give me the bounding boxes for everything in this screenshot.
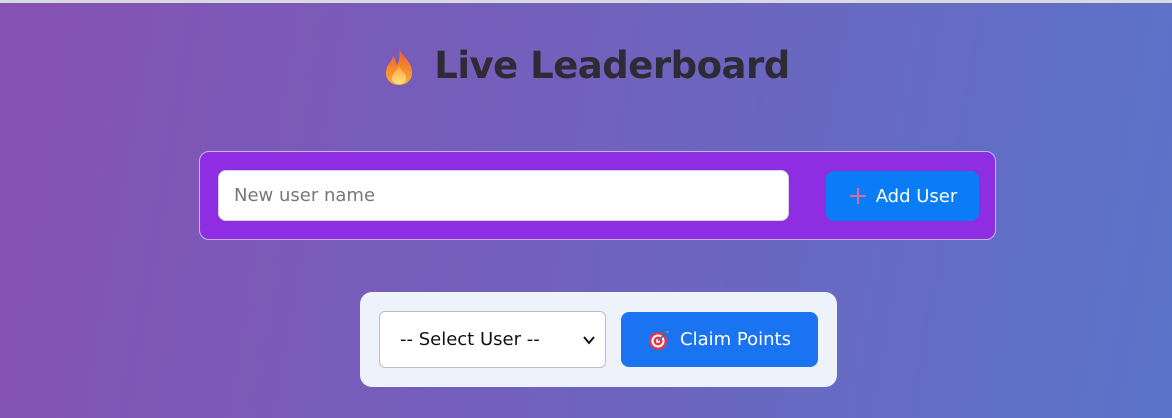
user-select[interactable]: -- Select User -- [380, 312, 605, 367]
header: Live Leaderboard [0, 44, 1172, 87]
claim-points-button-label: Claim Points [680, 329, 791, 350]
page-title-text: Live Leaderboard [434, 44, 790, 87]
claim-panel: -- Select User -- Claim Points [360, 292, 837, 387]
new-user-name-input[interactable] [218, 170, 789, 221]
add-user-button-label: Add User [875, 185, 958, 207]
browser-top-border [0, 0, 1172, 3]
plus-icon [849, 188, 866, 204]
add-user-panel: Add User [199, 151, 996, 240]
target-icon [649, 330, 670, 350]
user-select-wrapper: -- Select User -- [379, 311, 606, 368]
fire-icon [386, 47, 413, 85]
add-user-button[interactable]: Add User [826, 171, 979, 221]
page-title: Live Leaderboard [382, 44, 790, 87]
claim-points-button[interactable]: Claim Points [621, 312, 818, 367]
